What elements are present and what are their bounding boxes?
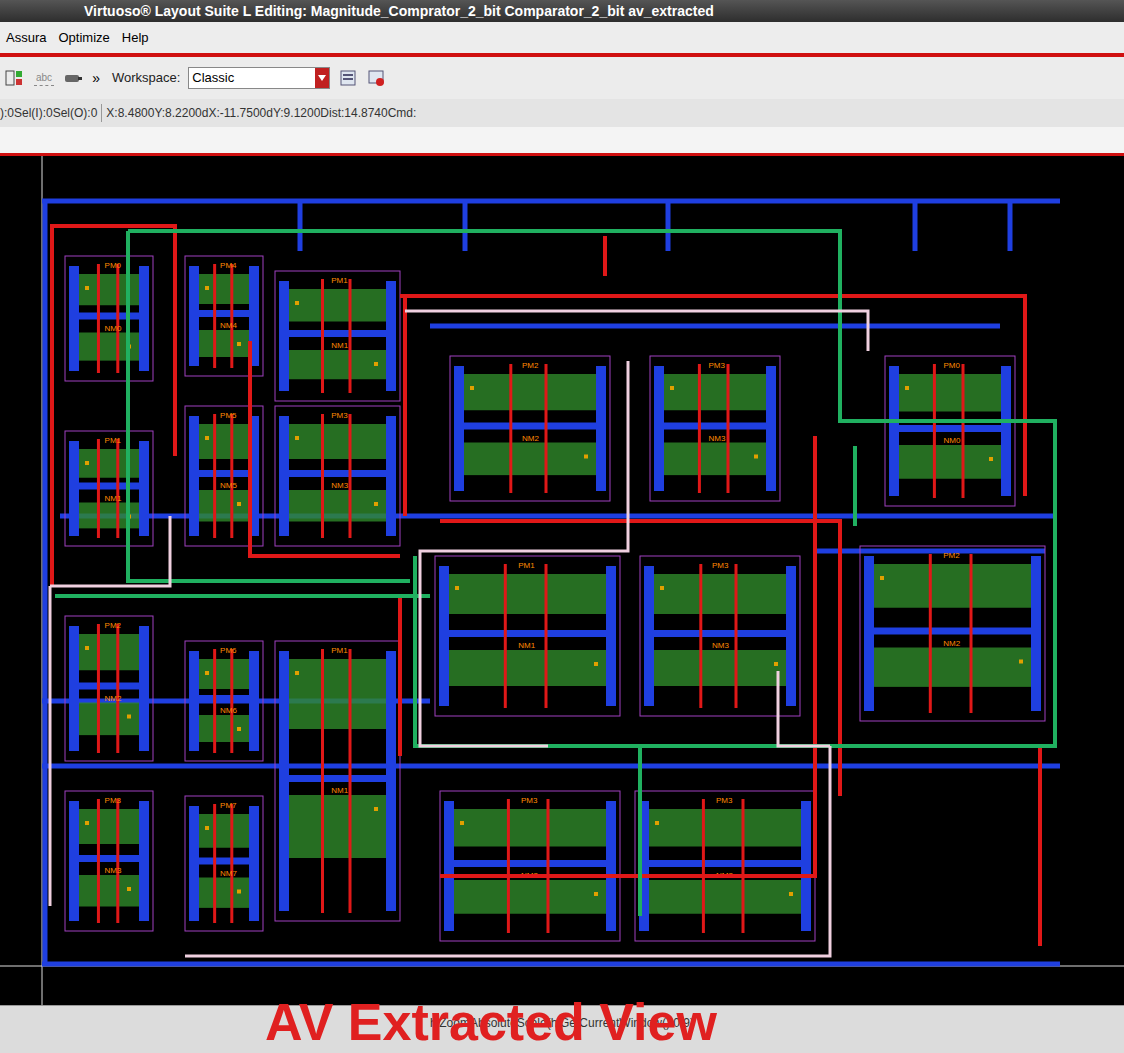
svg-text:NM1: NM1 (331, 341, 348, 350)
device-cell[interactable]: PM1 NM1 (435, 556, 620, 716)
svg-text:NM1: NM1 (331, 786, 348, 795)
selection-count: ):0Sel(I):0Sel(O):0 (0, 104, 102, 122)
svg-text:NM2: NM2 (522, 434, 539, 443)
svg-text:PM1: PM1 (331, 646, 348, 655)
svg-text:PM2: PM2 (522, 361, 539, 370)
svg-text:PM2: PM2 (943, 551, 960, 560)
svg-text:NM0: NM0 (944, 436, 961, 445)
svg-text:PM0: PM0 (105, 261, 122, 270)
svg-text:NM5: NM5 (220, 481, 237, 490)
workspace-label: Workspace: (112, 68, 180, 88)
svg-text:NM6: NM6 (220, 706, 237, 715)
cursor-coordinates: X:8.4800Y:8.2200dX:-11.7500dY:9.1200Dist… (102, 104, 416, 122)
svg-text:PM6: PM6 (220, 646, 237, 655)
svg-text:NM7: NM7 (220, 869, 237, 878)
toolbar: abc » Workspace: Classic (0, 57, 1124, 99)
svg-text:NM0: NM0 (105, 324, 122, 333)
svg-text:PM5: PM5 (220, 411, 237, 420)
device-cell[interactable]: PM3 NM3 (650, 356, 780, 501)
device-cell[interactable]: PM0 NM0 (65, 256, 153, 381)
device-cell[interactable]: PM3 NM3 (275, 406, 400, 546)
pin-icon[interactable] (62, 68, 84, 88)
device-cell[interactable]: PM1 NM1 (65, 431, 153, 546)
dropdown-arrow-icon[interactable] (315, 68, 329, 88)
svg-text:NM2: NM2 (105, 694, 122, 703)
layout-drawing[interactable]: PM0 NM0 PM1 NM1 PM2 NM2 PM3 NM3 PM4 NM4 PM5 NM5 PM6 N… (0, 156, 1124, 1005)
menu-item[interactable]: Optimize (58, 28, 109, 48)
device-cell[interactable]: PM1 NM1 (275, 271, 400, 401)
device-cell[interactable]: PM3NM3 (635, 791, 815, 941)
device-cell[interactable]: PM7 NM7 (185, 796, 263, 931)
title-bar: Virtuoso® Layout Suite L Editing: Magnit… (0, 0, 1124, 22)
window-title: Virtuoso® Layout Suite L Editing: Magnit… (84, 1, 714, 22)
save-workspace-icon[interactable] (338, 68, 358, 88)
device-cell[interactable]: PM3 NM3 (65, 791, 153, 931)
more-button[interactable]: » (92, 68, 100, 89)
svg-text:PM4: PM4 (220, 261, 237, 270)
overlay-caption: AV Extracted View (265, 996, 717, 1048)
svg-text:PM0: PM0 (944, 361, 961, 370)
svg-text:PM3: PM3 (331, 411, 348, 420)
layout-canvas[interactable]: PM0 NM0 PM1 NM1 PM2 NM2 PM3 NM3 PM4 NM4 PM5 NM5 PM6 N… (0, 156, 1124, 1005)
svg-text:PM3: PM3 (716, 796, 733, 805)
svg-text:NM3: NM3 (712, 641, 729, 650)
svg-text:PM3: PM3 (105, 796, 122, 805)
svg-text:NM1: NM1 (105, 494, 122, 503)
svg-text:PM1: PM1 (331, 276, 348, 285)
label-icon[interactable]: abc (34, 70, 54, 86)
workspace-select[interactable]: Classic (188, 67, 330, 89)
delete-workspace-icon[interactable] (366, 68, 386, 88)
virtuoso-window: Virtuoso® Layout Suite L Editing: Magnit… (0, 0, 1124, 1053)
svg-text:PM7: PM7 (220, 801, 237, 810)
svg-text:NM4: NM4 (220, 321, 237, 330)
device-cell[interactable]: PM2 NM2 (860, 546, 1045, 721)
device-cell[interactable]: PM3 NM3 (640, 556, 800, 716)
menu-bar: Assura Optimize Help (0, 22, 1124, 53)
status-band (0, 127, 1124, 153)
svg-text:PM2: PM2 (105, 621, 122, 630)
svg-text:PM1: PM1 (105, 436, 122, 445)
device-cell[interactable]: PM3NM3 (440, 791, 620, 941)
device-cell[interactable]: PM2 NM2 (65, 616, 153, 761)
svg-text:NM3: NM3 (331, 481, 348, 490)
svg-text:PM1: PM1 (518, 561, 535, 570)
device-cell[interactable]: PM1 NM1 (275, 641, 400, 921)
device-cell[interactable]: PM6 NM6 (185, 641, 263, 761)
grid-icon[interactable] (4, 68, 26, 88)
device-cell[interactable]: PM0 NM0 (885, 356, 1015, 506)
menu-item[interactable]: Assura (6, 28, 46, 48)
device-cell[interactable]: PM2 NM2 (450, 356, 610, 501)
svg-text:PM3: PM3 (709, 361, 726, 370)
svg-text:NM3: NM3 (105, 866, 122, 875)
svg-text:NM2: NM2 (943, 639, 960, 648)
svg-text:PM3: PM3 (521, 796, 538, 805)
status-line: ):0Sel(I):0Sel(O):0X:8.4800Y:8.2200dX:-1… (0, 99, 1124, 127)
menu-item[interactable]: Help (122, 28, 149, 48)
svg-text:PM3: PM3 (712, 561, 729, 570)
svg-text:NM1: NM1 (518, 641, 535, 650)
svg-text:NM3: NM3 (709, 434, 726, 443)
